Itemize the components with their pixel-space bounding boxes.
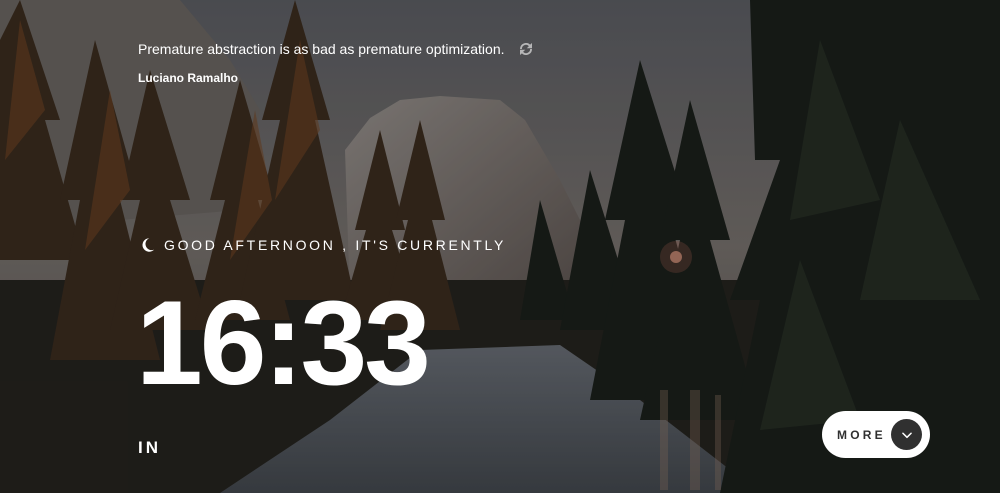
more-button[interactable]: MORE	[822, 411, 930, 458]
quote-row: Premature abstraction is as bad as prema…	[138, 40, 535, 58]
quote-author: Luciano Ramalho	[138, 71, 239, 85]
moon-icon	[138, 236, 156, 254]
quote-text: Premature abstraction is as bad as prema…	[138, 41, 505, 57]
refresh-icon[interactable]	[517, 40, 535, 58]
timezone-label: IN	[138, 438, 161, 457]
greeting-text: GOOD AFTERNOON , IT'S CURRENTLY	[164, 237, 507, 253]
more-button-label: MORE	[837, 427, 886, 442]
greeting-row: GOOD AFTERNOON , IT'S CURRENTLY	[138, 236, 506, 254]
chevron-down-icon	[891, 419, 922, 450]
clock-time: 16:33	[136, 276, 431, 410]
